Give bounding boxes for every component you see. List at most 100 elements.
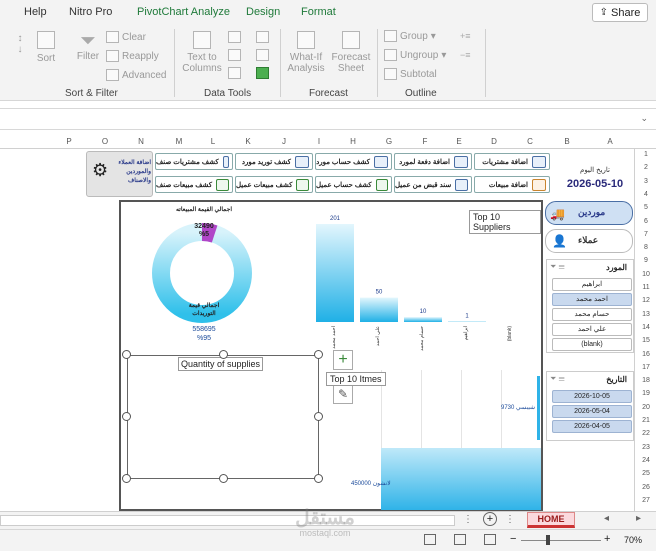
resize-handle[interactable] — [122, 412, 131, 421]
chart-elements-icon[interactable]: + — [333, 350, 353, 370]
row-header[interactable]: 15 — [635, 337, 656, 344]
page-break-icon[interactable] — [484, 534, 496, 545]
slicer-item[interactable]: علي احمد — [552, 323, 632, 336]
column-header[interactable]: P — [64, 137, 74, 146]
row-header[interactable]: 22 — [635, 430, 656, 437]
row-header[interactable]: 10 — [635, 271, 656, 278]
slicer-item[interactable]: 2026-05-04 — [552, 405, 632, 418]
column-header[interactable]: N — [136, 137, 146, 146]
show-detail-icon[interactable]: +≡ — [460, 31, 471, 41]
column-header[interactable]: A — [605, 137, 615, 146]
resize-handle[interactable] — [219, 474, 228, 483]
group-button[interactable]: Group ▾ — [384, 30, 436, 42]
share-button[interactable]: ⇪ Share — [592, 3, 648, 22]
row-header[interactable]: 14 — [635, 324, 656, 331]
column-header[interactable]: H — [348, 137, 358, 146]
zoom-slider[interactable] — [521, 540, 601, 541]
resize-handle[interactable] — [314, 350, 323, 359]
filter-icon[interactable]: ⏷ ☰ — [550, 374, 565, 384]
top-items-title[interactable]: Top 10 Itmes — [326, 372, 386, 386]
row-header[interactable]: 6 — [635, 218, 656, 225]
column-header[interactable]: L — [208, 137, 218, 146]
column-header[interactable]: I — [314, 137, 324, 146]
slicer-item[interactable]: حسام محمد — [552, 308, 632, 321]
row-header[interactable]: 27 — [635, 497, 656, 504]
column-header[interactable]: B — [562, 137, 572, 146]
top-items-chart[interactable]: شيبسي 9730 لانشون 450000 — [351, 370, 541, 510]
add-sales-button[interactable]: اضافة مبيعات — [474, 176, 550, 193]
resize-handle[interactable] — [314, 474, 323, 483]
chart-styles-icon[interactable]: ✎ — [333, 384, 353, 404]
item-sales-button[interactable]: كشف مبيعات صنف — [155, 176, 233, 193]
add-sheet-icon[interactable]: + — [483, 512, 497, 526]
ungroup-button[interactable]: Ungroup ▾ — [384, 49, 446, 61]
row-header[interactable]: 26 — [635, 484, 656, 491]
column-header[interactable]: O — [100, 137, 110, 146]
zoom-in-icon[interactable]: + — [604, 533, 610, 545]
slicer-item[interactable]: 2026-04-05 — [552, 420, 632, 433]
date-slicer[interactable]: ⏷ ☰ التاريخ 2026-10-05 2026-05-04 2026-04-… — [546, 371, 634, 441]
column-header[interactable]: J — [279, 137, 289, 146]
row-header[interactable]: 9 — [635, 257, 656, 264]
consolidate-icon[interactable] — [256, 31, 269, 43]
menu-help[interactable]: Help — [24, 6, 47, 18]
supplier-supply-button[interactable]: كشف توريد مورد — [235, 153, 313, 170]
row-header[interactable]: 4 — [635, 191, 656, 198]
more-tabs-icon[interactable]: ⋮ — [463, 514, 473, 525]
row-header[interactable]: 13 — [635, 311, 656, 318]
row-header[interactable]: 23 — [635, 444, 656, 451]
column-header[interactable]: K — [243, 137, 253, 146]
clear-button[interactable]: Clear — [106, 31, 146, 43]
suppliers-tab[interactable]: 🚚 موردين — [545, 201, 633, 225]
tab-home[interactable]: HOME — [527, 512, 575, 528]
row-header[interactable]: 25 — [635, 470, 656, 477]
chart-bar[interactable] — [404, 317, 442, 322]
page-layout-icon[interactable] — [454, 534, 466, 545]
menu-design[interactable]: Design — [246, 6, 280, 18]
resize-handle[interactable] — [314, 412, 323, 421]
quantity-chart[interactable]: Quantity of supplies — [127, 355, 319, 479]
row-header[interactable]: 24 — [635, 457, 656, 464]
zoom-slider-thumb[interactable] — [546, 535, 550, 545]
hide-detail-icon[interactable]: −≡ — [460, 50, 471, 60]
resize-handle[interactable] — [122, 474, 131, 483]
scroll-right-icon[interactable]: ▸ — [636, 513, 641, 524]
row-header[interactable]: 21 — [635, 417, 656, 424]
supplier-account-button[interactable]: كشف حساب مورد — [315, 153, 392, 170]
chevron-down-icon[interactable]: ⌄ — [640, 113, 648, 124]
filter-button[interactable]: ⏷ Filter — [74, 31, 102, 62]
slicer-item[interactable]: (blank) — [552, 338, 632, 351]
top-suppliers-bar-chart[interactable]: 201 احمد محمد 50 علي احمد 10 حسام محمد 1 ابراهي… — [306, 212, 542, 362]
filter-icon[interactable]: ⏷ ☰ — [550, 262, 565, 272]
zoom-out-icon[interactable]: − — [510, 533, 516, 545]
subtotal-button[interactable]: Subtotal — [384, 68, 437, 80]
advanced-button[interactable]: Advanced — [106, 69, 166, 81]
add-purchases-button[interactable]: اضافة مشتريات — [474, 153, 550, 170]
row-header[interactable]: 12 — [635, 297, 656, 304]
horizontal-scrollbar[interactable] — [0, 515, 455, 526]
slicer-item[interactable]: احمد محمد — [552, 293, 632, 306]
resize-handle[interactable] — [122, 350, 131, 359]
flash-fill-icon[interactable] — [228, 31, 241, 43]
column-header[interactable]: G — [384, 137, 394, 146]
row-header[interactable]: 7 — [635, 231, 656, 238]
slicer-item[interactable]: ابراهيم — [552, 278, 632, 291]
formula-bar[interactable]: ⌄ — [0, 108, 656, 130]
customer-sales-button[interactable]: كشف مبيعات عميل — [235, 176, 313, 193]
zoom-level[interactable]: 70% — [624, 535, 642, 545]
customers-tab[interactable]: 👤 عملاء — [545, 229, 633, 253]
manage-data-model-icon[interactable] — [256, 67, 269, 79]
row-header[interactable]: 2 — [635, 164, 656, 171]
scroll-left-icon[interactable]: ◂ — [604, 513, 609, 524]
text-to-columns-button[interactable]: Text to Columns — [180, 31, 224, 74]
menu-nitro-pro[interactable]: Nitro Pro — [69, 6, 112, 18]
item-bar[interactable] — [537, 376, 540, 440]
what-if-analysis-button[interactable]: What-If Analysis — [285, 31, 327, 74]
resize-handle[interactable] — [219, 350, 228, 359]
row-header[interactable]: 16 — [635, 351, 656, 358]
supplier-slicer[interactable]: ⏷ ☰ المورد ابراهيم احمد محمد حسام محمد علي … — [546, 259, 634, 353]
relationships-icon[interactable] — [256, 49, 269, 61]
row-header[interactable]: 8 — [635, 244, 656, 251]
column-header[interactable]: M — [174, 137, 184, 146]
reapply-button[interactable]: Reapply — [106, 50, 159, 62]
